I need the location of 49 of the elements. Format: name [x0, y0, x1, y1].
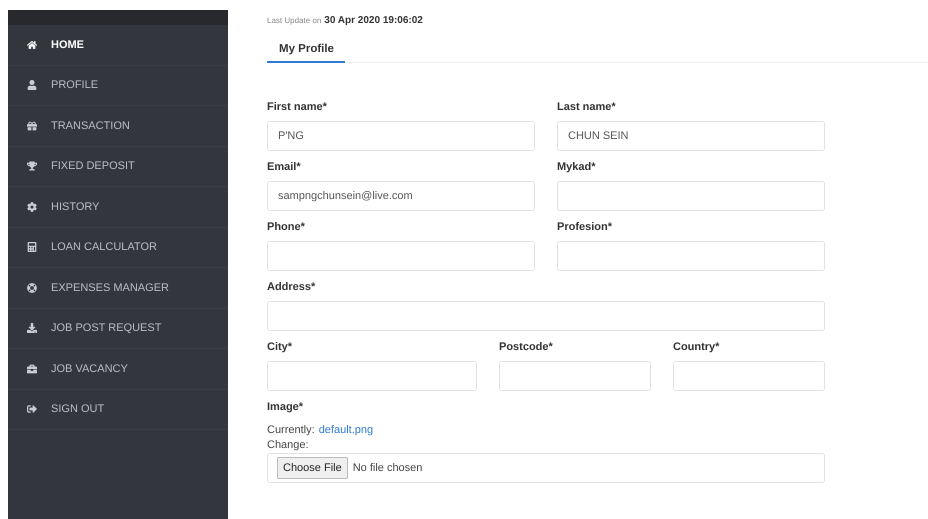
input-field[interactable]: CHUN SEIN [557, 121, 825, 151]
settings-icon [27, 202, 37, 212]
briefcase-icon [27, 364, 37, 374]
field-label: Mykad* [557, 161, 597, 174]
field-label: Postcode* [499, 341, 554, 354]
input-field[interactable]: sampngchunsein@live.com [267, 181, 535, 211]
trophy-icon [27, 161, 37, 172]
sidebar-item[interactable]: PROFILE [8, 66, 228, 106]
file-input[interactable]: Choose File No file chosen [267, 453, 825, 483]
field-label: Image* [267, 401, 304, 414]
field-label: City* [267, 341, 294, 354]
sidebar-item[interactable]: HOME [8, 25, 228, 66]
sign-out-icon [27, 404, 37, 414]
input-field[interactable] [557, 241, 825, 271]
life-ring-icon [27, 282, 37, 293]
sidebar-item[interactable]: SIGN OUT [8, 390, 228, 430]
image-link[interactable]: default.png [318, 424, 374, 436]
input-field[interactable]: P'NG [267, 121, 535, 151]
field-label: First name* [267, 101, 328, 114]
input-field[interactable] [499, 361, 651, 391]
choose-file-button[interactable]: Choose File [277, 457, 348, 479]
sidebar-item[interactable]: JOB VACANCY [8, 349, 228, 390]
input-field[interactable] [267, 361, 477, 391]
currently-label: Currently: [267, 424, 315, 436]
field-label: Address* [267, 281, 316, 294]
field-label: Last name* [557, 101, 617, 114]
sidebar-item[interactable]: FIXED DEPOSIT [8, 146, 228, 187]
sidebar-item[interactable]: EXPENSES MANAGER [8, 268, 228, 308]
sidebar-item[interactable]: HISTORY [8, 187, 228, 228]
tab[interactable]: My Profile [267, 37, 345, 63]
sidebar-item[interactable]: LOAN CALCULATOR [8, 228, 228, 268]
change-label: Change: [267, 439, 310, 451]
user-icon [27, 80, 37, 90]
sidebar-item[interactable]: TRANSACTION [8, 106, 228, 146]
field-label: Phone* [267, 221, 306, 234]
download-icon [27, 323, 37, 334]
sidebar-item[interactable]: JOB POST REQUEST [8, 308, 228, 349]
input-field[interactable] [267, 301, 825, 331]
home-icon [27, 40, 37, 50]
field-label: Country* [673, 341, 720, 354]
file-status-text: No file chosen [352, 462, 422, 474]
gift-icon [27, 120, 37, 131]
field-label: Email* [267, 161, 302, 174]
input-field[interactable] [673, 361, 825, 391]
field-label: Profesion* [557, 221, 614, 234]
input-field[interactable] [267, 241, 535, 271]
last-update-text: Last Update on 30 Apr 2020 19:06:02 [267, 15, 424, 27]
calculator-icon [27, 242, 37, 252]
input-field[interactable] [557, 181, 825, 211]
